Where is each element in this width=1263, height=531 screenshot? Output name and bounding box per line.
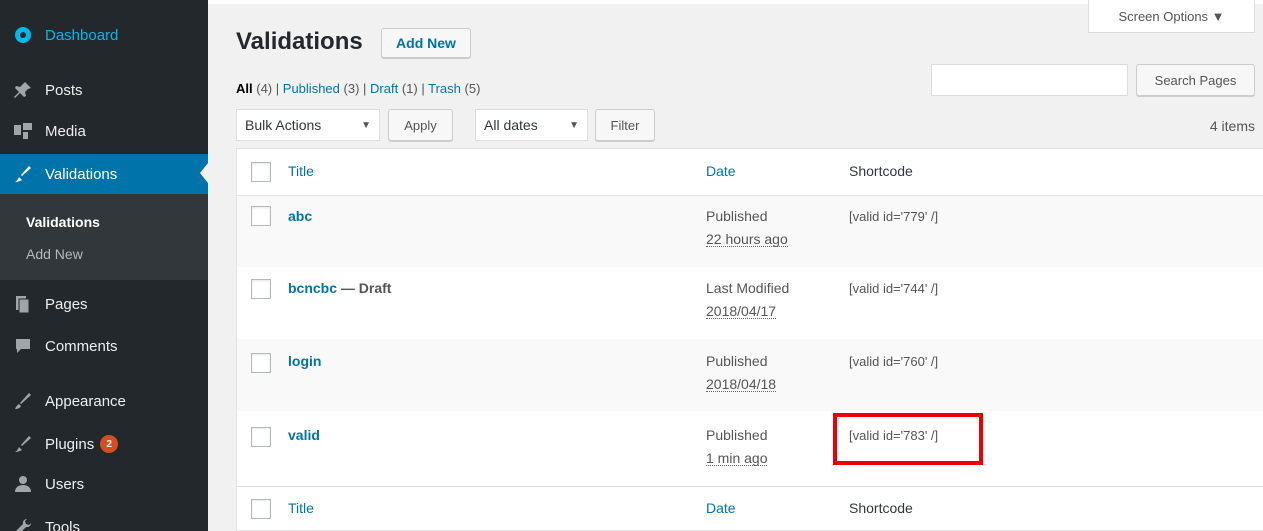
item-count: 4 items	[1209, 118, 1255, 134]
sidebar-item-dashboard[interactable]: Dashboard	[0, 16, 208, 54]
row-title-link[interactable]: valid	[288, 427, 320, 443]
plugins-icon	[12, 433, 34, 455]
filter-draft[interactable]: Draft	[370, 81, 398, 96]
sidebar-item-label: Tools	[45, 518, 81, 531]
row-shortcode: [valid id='779' /]	[849, 209, 939, 224]
column-date-header[interactable]: Date	[706, 163, 736, 179]
sidebar-item-pages[interactable]: Pages	[0, 285, 208, 323]
row-checkbox[interactable]	[251, 279, 271, 299]
column-date-footer[interactable]: Date	[706, 500, 736, 516]
sidebar-item-plugins[interactable]: Plugins 2	[0, 425, 208, 463]
pages-icon	[12, 293, 34, 315]
filter-published[interactable]: Published	[283, 81, 340, 96]
submenu-item-validations[interactable]: Validations	[26, 214, 100, 230]
sidebar-item-users[interactable]: Users	[0, 465, 208, 503]
add-new-button[interactable]: Add New	[381, 28, 471, 58]
table-header-row: Title Date Shortcode	[237, 149, 1263, 195]
comments-icon	[12, 335, 34, 357]
row-date: 2018/04/17	[706, 303, 777, 319]
row-shortcode: [valid id='744' /]	[849, 281, 939, 296]
row-status: Published	[706, 427, 768, 443]
sidebar-item-comments[interactable]: Comments	[0, 327, 208, 365]
row-checkbox[interactable]	[251, 427, 271, 447]
apply-button[interactable]: Apply	[388, 109, 453, 141]
submenu: Validations Add New	[0, 194, 208, 280]
sidebar-item-validations[interactable]: Validations	[0, 154, 208, 194]
bulk-actions-select[interactable]: Bulk Actions ▼	[236, 109, 380, 141]
table-row: valid Published 1 min ago [valid id='783…	[237, 411, 1263, 486]
sidebar-item-label: Comments	[45, 337, 118, 355]
dropdown-arrow-icon: ▼	[361, 119, 371, 131]
sidebar-item-label: Validations	[45, 165, 118, 183]
column-shortcode-footer: Shortcode	[849, 500, 913, 516]
select-all-checkbox[interactable]	[251, 499, 271, 519]
sidebar-item-label: Dashboard	[45, 26, 119, 44]
sidebar-item-label: Media	[45, 122, 86, 140]
row-checkbox[interactable]	[251, 206, 271, 226]
appearance-brush-icon	[12, 390, 34, 412]
submenu-item-add-new[interactable]: Add New	[26, 246, 83, 262]
select-all-checkbox[interactable]	[251, 162, 271, 182]
users-icon	[12, 473, 34, 495]
column-title-footer[interactable]: Title	[288, 500, 314, 516]
column-title-header[interactable]: Title	[288, 163, 314, 179]
sidebar-item-label: Pages	[45, 295, 88, 313]
table-footer-row: Title Date Shortcode	[237, 486, 1263, 531]
row-shortcode: [valid id='760' /]	[849, 354, 939, 369]
row-status: Published	[706, 208, 768, 224]
media-icon	[12, 120, 34, 142]
row-date: 2018/04/18	[706, 376, 777, 392]
row-title-link[interactable]: login	[288, 353, 321, 369]
sidebar-item-posts[interactable]: Posts	[0, 71, 208, 109]
filter-button[interactable]: Filter	[595, 109, 655, 141]
pages-table: Title Date Shortcode abc Published 22 ho…	[236, 148, 1263, 531]
dashboard-icon	[12, 24, 34, 46]
row-date: 22 hours ago	[706, 231, 788, 247]
status-filter-links: All (4) | Published (3) | Draft (1) | Tr…	[236, 81, 481, 96]
sidebar-item-tools[interactable]: Tools	[0, 508, 208, 531]
column-shortcode-header: Shortcode	[849, 163, 913, 179]
dropdown-arrow-icon: ▼	[569, 119, 579, 131]
plugins-update-badge: 2	[100, 435, 119, 453]
page-title: Validations	[236, 28, 363, 55]
row-date: 1 min ago	[706, 450, 768, 466]
row-status: Last Modified	[706, 280, 790, 296]
search-pages-button[interactable]: Search Pages	[1136, 64, 1255, 96]
sidebar-item-label: Users	[45, 475, 85, 493]
dates-select[interactable]: All dates ▼	[475, 109, 588, 141]
shortcode-highlight-box	[833, 413, 983, 465]
admin-sidebar: Dashboard Posts Media Validations Valida…	[0, 0, 208, 531]
search-input[interactable]	[931, 64, 1128, 96]
screen-options-button[interactable]: Screen Options ▼	[1088, 0, 1255, 33]
sidebar-item-appearance[interactable]: Appearance	[0, 382, 208, 420]
tools-icon	[12, 516, 34, 531]
row-state: — Draft	[337, 280, 392, 296]
row-status: Published	[706, 353, 768, 369]
table-row: login Published 2018/04/18 [valid id='76…	[237, 339, 1263, 411]
filter-trash[interactable]: Trash	[428, 81, 461, 96]
sidebar-item-label: Plugins	[45, 435, 95, 453]
validations-brush-icon	[12, 163, 34, 185]
row-title-link[interactable]: bcncbc — Draft	[288, 280, 391, 296]
table-row: bcncbc — Draft Last Modified 2018/04/17 …	[237, 267, 1263, 339]
sidebar-item-label: Posts	[45, 81, 83, 99]
filter-all[interactable]: All	[236, 81, 253, 96]
sidebar-item-label: Appearance	[45, 392, 126, 410]
row-title-link[interactable]: abc	[288, 208, 312, 224]
posts-pin-icon	[12, 79, 34, 101]
table-row: abc Published 22 hours ago [valid id='77…	[237, 195, 1263, 267]
sidebar-item-media[interactable]: Media	[0, 112, 208, 150]
row-checkbox[interactable]	[251, 353, 271, 373]
